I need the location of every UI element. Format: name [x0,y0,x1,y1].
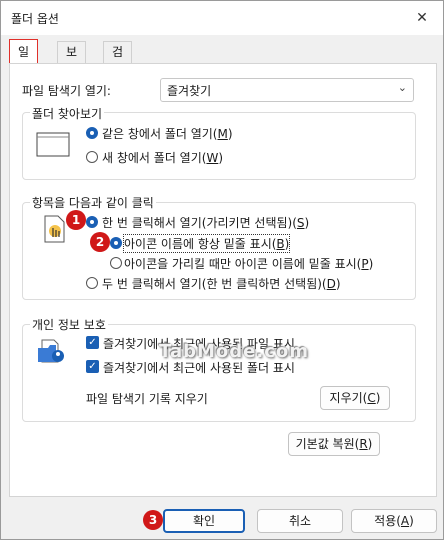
general-panel: 파일 탐색기 열기: 즐겨찾기 ⌄ 폴더 찾아보기 같은 창에서 폴더 열기(M… [9,63,437,497]
restore-defaults-button[interactable]: 기본값 복원(R) [288,432,380,456]
browse-folders-legend: 폴더 찾아보기 [30,105,105,122]
hand-pointer-icon [44,215,65,243]
always-underline-label[interactable]: 아이콘 이름에 항상 밑줄 표시(B) [122,234,291,253]
chevron-down-icon: ⌄ [397,81,407,94]
folder-options-window: 폴더 옵션 ✕ 일반 보기 검색 파일 탐색기 열기: 즐겨찾기 ⌄ 폴더 찾아… [0,0,444,540]
new-window-label[interactable]: 새 창에서 폴더 열기(W) [102,149,223,166]
new-window-radio[interactable] [86,151,98,163]
cancel-button[interactable]: 취소 [257,509,343,533]
single-click-radio[interactable] [86,216,98,228]
explorer-open-select[interactable]: 즐겨찾기 ⌄ [160,78,414,102]
window-title: 폴더 옵션 [11,12,59,26]
ok-button[interactable]: 확인 [163,509,245,533]
tab-view[interactable]: 보기 [57,41,87,80]
close-icon[interactable]: ✕ [411,7,433,29]
click-items-legend: 항목을 다음과 같이 클릭 [30,194,156,211]
clear-history-label: 파일 탐색기 기록 지우기 [86,392,208,406]
window-preview-icon [36,132,70,157]
explorer-open-value: 즐겨찾기 [167,84,212,98]
same-window-label[interactable]: 같은 창에서 폴더 열기(M) [102,125,233,142]
same-window-radio[interactable] [86,127,98,139]
double-click-radio[interactable] [86,277,98,289]
tab-search[interactable]: 검색 [103,41,133,80]
double-click-label[interactable]: 두 번 클릭해서 열기(한 번 클릭하면 선택됨)(D) [102,275,341,292]
explorer-open-label: 파일 탐색기 열기: [22,84,111,98]
clear-history-button[interactable]: 지우기(C) [320,386,390,410]
always-underline-radio[interactable] [110,237,122,249]
recent-folders-checkbox[interactable]: ✓ [86,360,99,373]
tab-general[interactable]: 일반 [9,39,39,83]
recent-files-checkbox[interactable]: ✓ [86,336,99,349]
single-click-label[interactable]: 한 번 클릭해서 열기(가리키면 선택됨)(S) [102,214,309,231]
step-badge-1: 1 [66,210,86,230]
privacy-icon [38,339,64,363]
watermark: TabMode.com [159,341,309,362]
apply-button[interactable]: 적용(A) [351,509,437,533]
browse-folders-group [22,112,416,180]
step-badge-3: 3 [143,510,163,530]
point-underline-radio[interactable] [110,257,122,269]
title-bar: 폴더 옵션 ✕ [1,1,443,35]
privacy-legend: 개인 정보 보호 [30,316,108,333]
step-badge-2: 2 [90,232,110,252]
point-underline-label[interactable]: 아이콘을 가리킬 때만 아이콘 이름에 밑줄 표시(P) [124,255,373,272]
